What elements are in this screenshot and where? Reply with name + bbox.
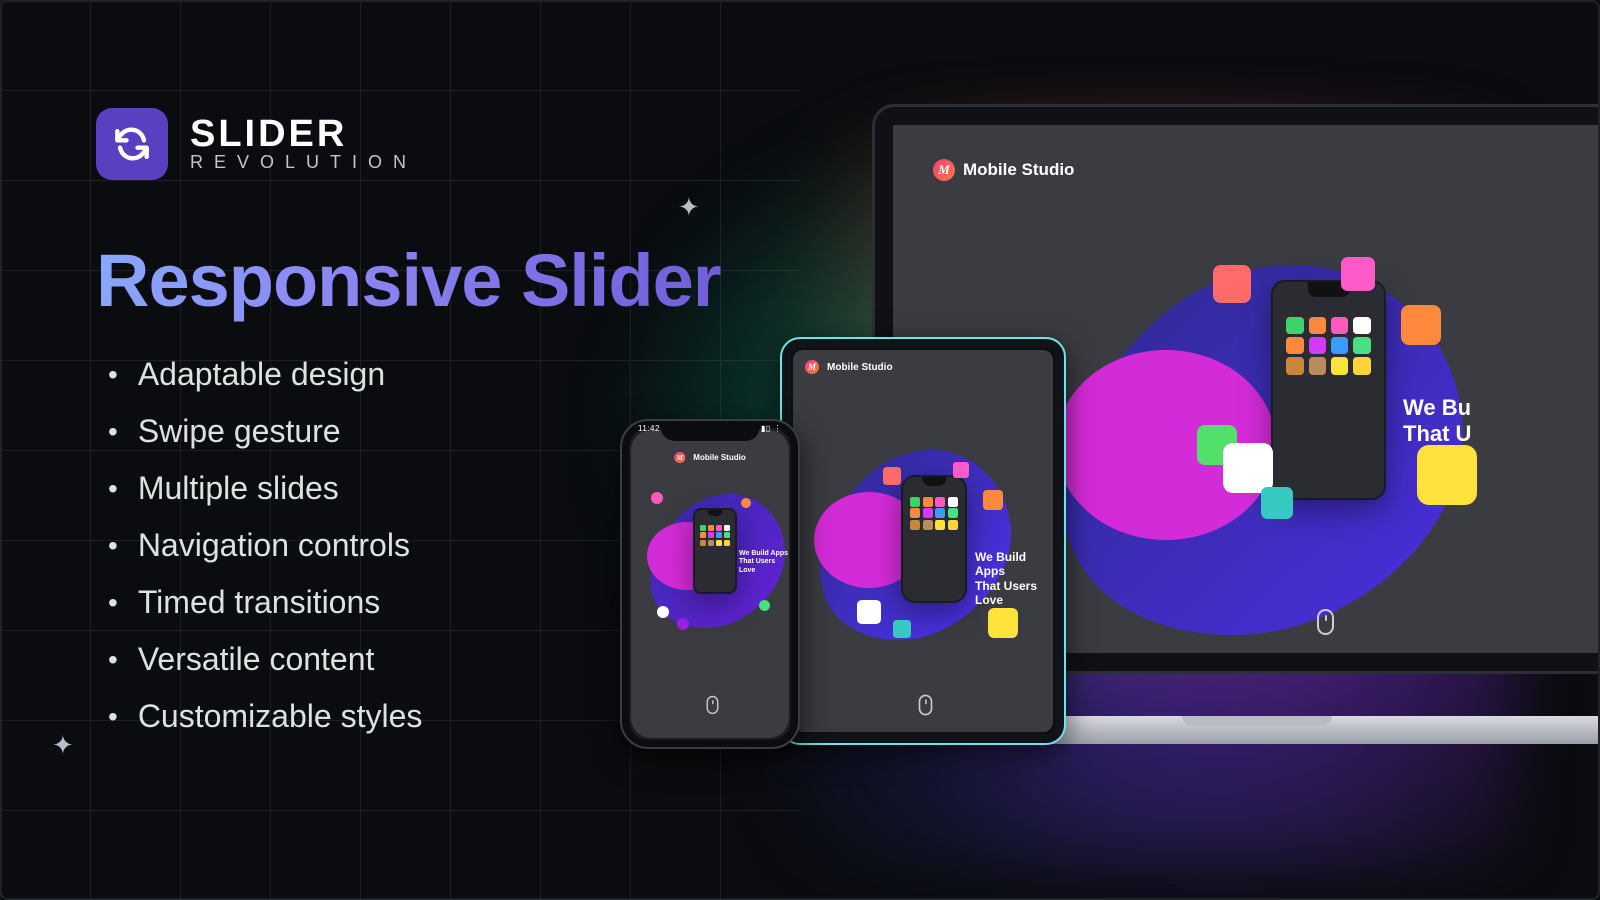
page-heading: Responsive Slider <box>96 238 721 323</box>
feature-item: Timed transitions <box>108 584 422 621</box>
mobile-studio-logo: M Mobile Studio <box>933 159 1074 181</box>
feature-item: Swipe gesture <box>108 413 422 450</box>
mouse-scroll-icon <box>707 696 719 714</box>
feature-item: Multiple slides <box>108 470 422 507</box>
sparkle-icon: ✦ <box>52 730 74 761</box>
feature-list: Adaptable design Swipe gesture Multiple … <box>108 356 422 755</box>
app-grid <box>910 497 957 527</box>
phone-screen: M Mobile Studio We Build Apps That U <box>631 430 789 738</box>
tagline-line2: That U <box>1403 421 1471 447</box>
app-grid <box>1286 317 1370 369</box>
mobile-studio-logo: M Mobile Studio <box>674 452 745 463</box>
mobile-studio-icon: M <box>805 360 819 374</box>
mobile-studio-label: Mobile Studio <box>963 160 1074 180</box>
phone-illustration <box>693 508 737 594</box>
mobile-studio-icon: M <box>674 452 685 463</box>
tagline: We Build Apps That Users Love <box>739 550 789 575</box>
tagline: We Build Apps That Users Love <box>975 550 1053 608</box>
tagline-line1: We Bu <box>1403 395 1471 421</box>
brand-badge <box>96 108 168 180</box>
brand-text: SLIDER REVOLUTION <box>190 119 417 170</box>
phone-illustration <box>901 475 967 603</box>
brand-name-bottom: REVOLUTION <box>190 155 417 169</box>
tablet-screen: M Mobile Studio We Build Apps That U <box>793 350 1053 732</box>
status-time: 11:42 <box>638 424 660 433</box>
mouse-scroll-icon <box>919 695 933 716</box>
mouse-scroll-icon <box>1317 609 1334 635</box>
sparkle-icon: ✦ <box>678 192 700 223</box>
brand-name-top: SLIDER <box>190 119 417 149</box>
mobile-studio-icon: M <box>933 159 955 181</box>
tagline-line1: We Build Apps <box>975 550 1053 579</box>
app-grid <box>700 525 730 544</box>
feature-item: Versatile content <box>108 641 422 678</box>
tablet-mockup: M Mobile Studio We Build Apps That U <box>780 337 1066 745</box>
tagline-line2: That Users Love <box>739 558 789 575</box>
status-icons: ▮▯ ⋮ <box>761 424 782 433</box>
tagline: We Bu That U <box>1403 395 1471 448</box>
tagline-line2: That Users Love <box>975 579 1053 608</box>
refresh-icon <box>110 122 154 166</box>
phone-mockup: 11:42 ▮▯ ⋮ M Mobile Studio <box>620 419 800 749</box>
phone-illustration <box>1271 280 1386 500</box>
mobile-studio-logo: M Mobile Studio <box>805 360 893 374</box>
phone-notch <box>661 421 760 441</box>
promo-slide: ✦ ✦ SLIDER REVOLUTION Responsive Slider … <box>0 0 1600 900</box>
brand-logo: SLIDER REVOLUTION <box>96 108 417 180</box>
mobile-studio-label: Mobile Studio <box>693 453 745 462</box>
feature-item: Adaptable design <box>108 356 422 393</box>
mobile-studio-label: Mobile Studio <box>827 362 893 373</box>
tagline-line1: We Build Apps <box>739 550 789 558</box>
feature-item: Customizable styles <box>108 698 422 735</box>
feature-item: Navigation controls <box>108 527 422 564</box>
